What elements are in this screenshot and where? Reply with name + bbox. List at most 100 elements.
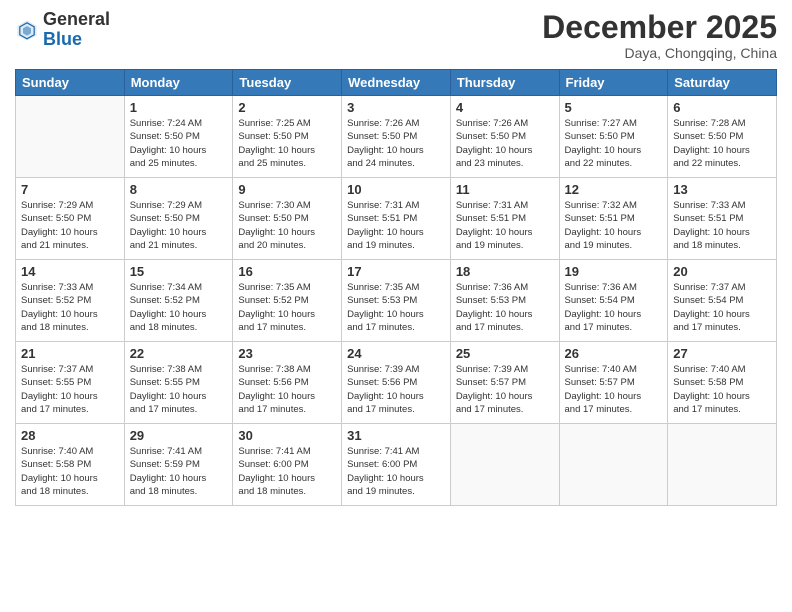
day-info: Sunrise: 7:28 AM Sunset: 5:50 PM Dayligh… (673, 117, 771, 170)
day-info: Sunrise: 7:33 AM Sunset: 5:52 PM Dayligh… (21, 281, 119, 334)
logo-icon (15, 18, 39, 42)
day-number: 22 (130, 346, 228, 361)
calendar-cell: 10 Sunrise: 7:31 AM Sunset: 5:51 PM Dayli… (342, 178, 451, 260)
calendar-cell (559, 424, 668, 506)
calendar-cell: 12 Sunrise: 7:32 AM Sunset: 5:51 PM Dayli… (559, 178, 668, 260)
calendar-cell: 14 Sunrise: 7:33 AM Sunset: 5:52 PM Dayli… (16, 260, 125, 342)
day-number: 8 (130, 182, 228, 197)
day-number: 10 (347, 182, 445, 197)
day-number: 31 (347, 428, 445, 443)
calendar-cell: 28Sunrise: 7:40 AM Sunset: 5:58 PM Dayli… (16, 424, 125, 506)
day-info: Sunrise: 7:29 AM Sunset: 5:50 PM Dayligh… (21, 199, 119, 252)
calendar-cell: 11 Sunrise: 7:31 AM Sunset: 5:51 PM Dayli… (450, 178, 559, 260)
day-info: Sunrise: 7:32 AM Sunset: 5:51 PM Dayligh… (565, 199, 663, 252)
day-info: Sunrise: 7:31 AM Sunset: 5:51 PM Dayligh… (347, 199, 445, 252)
calendar-cell: 24 Sunrise: 7:39 AM Sunset: 5:56 PM Dayli… (342, 342, 451, 424)
header: General Blue December 2025 Daya, Chongqi… (15, 10, 777, 61)
calendar-cell (450, 424, 559, 506)
day-info: Sunrise: 7:41 AM Sunset: 5:59 PM Dayligh… (130, 445, 228, 498)
calendar-cell: 5 Sunrise: 7:27 AM Sunset: 5:50 PM Daylig… (559, 96, 668, 178)
calendar-cell: 26 Sunrise: 7:40 AM Sunset: 5:57 PM Dayli… (559, 342, 668, 424)
day-number: 2 (238, 100, 336, 115)
day-info: Sunrise: 7:31 AM Sunset: 5:51 PM Dayligh… (456, 199, 554, 252)
calendar-cell: 8Sunrise: 7:29 AM Sunset: 5:50 PM Daylig… (124, 178, 233, 260)
day-number: 30 (238, 428, 336, 443)
day-number: 23 (238, 346, 336, 361)
calendar-cell: 9 Sunrise: 7:30 AM Sunset: 5:50 PM Daylig… (233, 178, 342, 260)
logo-text: General Blue (43, 10, 110, 50)
day-info: Sunrise: 7:26 AM Sunset: 5:50 PM Dayligh… (456, 117, 554, 170)
calendar-table: SundayMondayTuesdayWednesdayThursdayFrid… (15, 69, 777, 506)
day-header-tuesday: Tuesday (233, 70, 342, 96)
calendar-cell: 29Sunrise: 7:41 AM Sunset: 5:59 PM Dayli… (124, 424, 233, 506)
calendar-cell: 23Sunrise: 7:38 AM Sunset: 5:56 PM Dayli… (233, 342, 342, 424)
day-number: 27 (673, 346, 771, 361)
day-header-friday: Friday (559, 70, 668, 96)
day-number: 9 (238, 182, 336, 197)
day-info: Sunrise: 7:41 AM Sunset: 6:00 PM Dayligh… (347, 445, 445, 498)
title-block: December 2025 Daya, Chongqing, China (542, 10, 777, 61)
logo-blue: Blue (43, 29, 82, 49)
logo-general: General (43, 9, 110, 29)
day-header-monday: Monday (124, 70, 233, 96)
calendar-cell: 25 Sunrise: 7:39 AM Sunset: 5:57 PM Dayli… (450, 342, 559, 424)
day-header-thursday: Thursday (450, 70, 559, 96)
day-info: Sunrise: 7:26 AM Sunset: 5:50 PM Dayligh… (347, 117, 445, 170)
day-number: 26 (565, 346, 663, 361)
day-number: 7 (21, 182, 119, 197)
calendar-cell: 17Sunrise: 7:35 AM Sunset: 5:53 PM Dayli… (342, 260, 451, 342)
day-info: Sunrise: 7:37 AM Sunset: 5:55 PM Dayligh… (21, 363, 119, 416)
day-info: Sunrise: 7:40 AM Sunset: 5:58 PM Dayligh… (21, 445, 119, 498)
page-container: General Blue December 2025 Daya, Chongqi… (0, 0, 792, 612)
day-number: 12 (565, 182, 663, 197)
day-number: 4 (456, 100, 554, 115)
day-number: 21 (21, 346, 119, 361)
calendar-week-2: 7 Sunrise: 7:29 AM Sunset: 5:50 PM Daylig… (16, 178, 777, 260)
day-header-wednesday: Wednesday (342, 70, 451, 96)
day-number: 25 (456, 346, 554, 361)
calendar-cell: 18 Sunrise: 7:36 AM Sunset: 5:53 PM Dayli… (450, 260, 559, 342)
location: Daya, Chongqing, China (542, 45, 777, 61)
month-title: December 2025 (542, 10, 777, 45)
day-info: Sunrise: 7:39 AM Sunset: 5:57 PM Dayligh… (456, 363, 554, 416)
day-number: 6 (673, 100, 771, 115)
calendar-cell: 6 Sunrise: 7:28 AM Sunset: 5:50 PM Daylig… (668, 96, 777, 178)
calendar-week-3: 14 Sunrise: 7:33 AM Sunset: 5:52 PM Dayli… (16, 260, 777, 342)
day-info: Sunrise: 7:39 AM Sunset: 5:56 PM Dayligh… (347, 363, 445, 416)
day-number: 1 (130, 100, 228, 115)
day-number: 20 (673, 264, 771, 279)
calendar-cell: 20 Sunrise: 7:37 AM Sunset: 5:54 PM Dayli… (668, 260, 777, 342)
day-number: 5 (565, 100, 663, 115)
day-number: 18 (456, 264, 554, 279)
day-number: 19 (565, 264, 663, 279)
day-info: Sunrise: 7:41 AM Sunset: 6:00 PM Dayligh… (238, 445, 336, 498)
calendar-week-5: 28Sunrise: 7:40 AM Sunset: 5:58 PM Dayli… (16, 424, 777, 506)
day-number: 13 (673, 182, 771, 197)
calendar-cell (16, 96, 125, 178)
day-info: Sunrise: 7:34 AM Sunset: 5:52 PM Dayligh… (130, 281, 228, 334)
day-info: Sunrise: 7:30 AM Sunset: 5:50 PM Dayligh… (238, 199, 336, 252)
day-info: Sunrise: 7:36 AM Sunset: 5:53 PM Dayligh… (456, 281, 554, 334)
day-info: Sunrise: 7:24 AM Sunset: 5:50 PM Dayligh… (130, 117, 228, 170)
day-number: 14 (21, 264, 119, 279)
day-info: Sunrise: 7:38 AM Sunset: 5:55 PM Dayligh… (130, 363, 228, 416)
day-number: 11 (456, 182, 554, 197)
day-info: Sunrise: 7:37 AM Sunset: 5:54 PM Dayligh… (673, 281, 771, 334)
day-number: 15 (130, 264, 228, 279)
logo: General Blue (15, 10, 110, 50)
day-info: Sunrise: 7:40 AM Sunset: 5:57 PM Dayligh… (565, 363, 663, 416)
day-header-saturday: Saturday (668, 70, 777, 96)
day-info: Sunrise: 7:27 AM Sunset: 5:50 PM Dayligh… (565, 117, 663, 170)
day-info: Sunrise: 7:35 AM Sunset: 5:52 PM Dayligh… (238, 281, 336, 334)
day-number: 24 (347, 346, 445, 361)
calendar-cell: 1 Sunrise: 7:24 AM Sunset: 5:50 PM Daylig… (124, 96, 233, 178)
day-number: 3 (347, 100, 445, 115)
calendar-week-4: 21 Sunrise: 7:37 AM Sunset: 5:55 PM Dayli… (16, 342, 777, 424)
calendar-cell: 13Sunrise: 7:33 AM Sunset: 5:51 PM Dayli… (668, 178, 777, 260)
calendar-week-1: 1 Sunrise: 7:24 AM Sunset: 5:50 PM Daylig… (16, 96, 777, 178)
logo-text-block: General Blue (43, 10, 110, 50)
calendar-cell: 3 Sunrise: 7:26 AM Sunset: 5:50 PM Daylig… (342, 96, 451, 178)
calendar-cell: 21 Sunrise: 7:37 AM Sunset: 5:55 PM Dayli… (16, 342, 125, 424)
calendar-cell: 16Sunrise: 7:35 AM Sunset: 5:52 PM Dayli… (233, 260, 342, 342)
day-info: Sunrise: 7:40 AM Sunset: 5:58 PM Dayligh… (673, 363, 771, 416)
